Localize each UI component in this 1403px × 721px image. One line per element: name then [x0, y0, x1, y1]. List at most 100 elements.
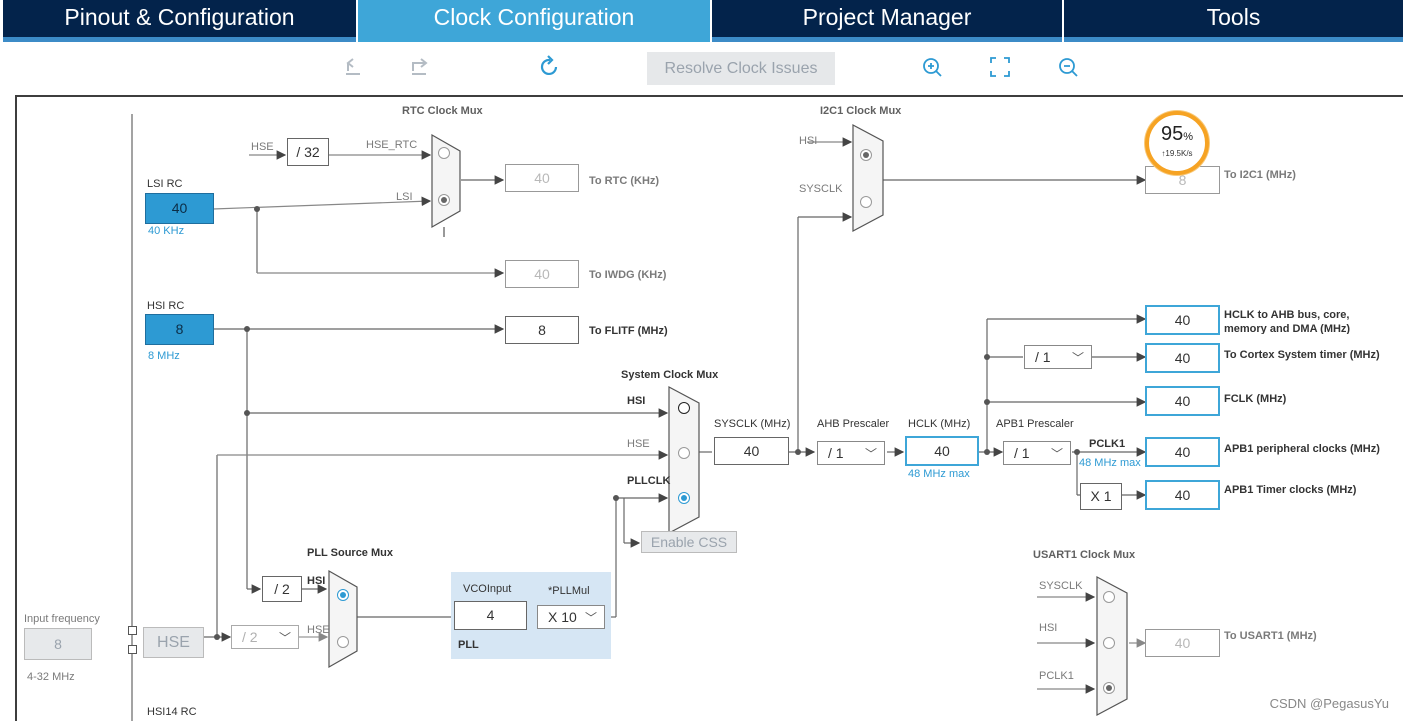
sysmux-hse-label: HSE [627, 438, 650, 450]
rtc-lsi-label: LSI [396, 191, 413, 203]
sysclk-label: SYSCLK (MHz) [714, 418, 791, 430]
hclk-label: HCLK (MHz) [908, 418, 971, 430]
tab-tools[interactable]: Tools [1064, 0, 1403, 42]
resolve-clock-issues-button[interactable]: Resolve Clock Issues [647, 52, 835, 85]
lsi-rc-freq: 40 KHz [148, 225, 185, 237]
i2c1-mux-radio-hsi[interactable] [860, 149, 872, 161]
hsi14-rc-title: HSI14 RC [147, 706, 197, 718]
hclk-ahb-output-field[interactable]: 40 [1145, 305, 1220, 335]
apb1-max-label: 48 MHz max [1079, 457, 1141, 469]
cortex-timer-divider-select[interactable]: / 1 ﹀ [1024, 345, 1092, 369]
apb1-prescaler-value: / 1 [1014, 445, 1030, 461]
hclk-ahb-output-label: HCLK to AHB bus, core, [1224, 309, 1350, 321]
rtc-mux-radio-lsi[interactable] [438, 194, 450, 206]
cortex-timer-output-field[interactable]: 40 [1145, 343, 1220, 373]
lsi-rc-value: 40 [145, 193, 214, 224]
apb1-timer-output-field[interactable]: 40 [1145, 480, 1220, 510]
gauge-unit: % [1183, 131, 1194, 143]
pll-src-radio-hsi[interactable] [337, 589, 349, 601]
flitf-output-field[interactable]: 8 [505, 316, 579, 344]
hse-prediv-select[interactable]: / 2 ﹀ [231, 625, 299, 649]
i2c1-output-label: To I2C1 (MHz) [1224, 169, 1296, 181]
sysmux-radio-pllclk[interactable] [678, 492, 690, 504]
i2c1-mux-radio-sysclk[interactable] [860, 196, 872, 208]
lsi-rc-title: LSI RC [147, 178, 183, 190]
pllmul-select[interactable]: X 10 ﹀ [537, 605, 605, 629]
tab-project-manager[interactable]: Project Manager [712, 0, 1062, 42]
fclk-output-field[interactable]: 40 [1145, 386, 1220, 416]
sysmux-pllclk-label: PLLCLK [627, 475, 671, 487]
i2c1-clock-mux-title: I2C1 Clock Mux [820, 105, 902, 117]
refresh-icon[interactable] [539, 55, 561, 84]
vco-input-field[interactable]: 4 [454, 601, 527, 630]
sysmux-hsi-label: HSI [627, 395, 646, 407]
hclk-max-label: 48 MHz max [908, 468, 970, 480]
ahb-prescaler-select[interactable]: / 1 ﹀ [817, 441, 885, 465]
iwdg-output-label: To IWDG (KHz) [589, 269, 667, 281]
iwdg-output-field[interactable]: 40 [505, 260, 579, 288]
input-frequency-label: Input frequency [24, 613, 100, 625]
zoom-in-icon[interactable] [921, 55, 943, 84]
input-frequency-field[interactable]: 8 [24, 628, 92, 660]
apb1-prescaler-label: APB1 Prescaler [996, 418, 1074, 430]
gauge-rate: ↑19.5K/s [1161, 149, 1193, 158]
tab-clock-configuration[interactable]: Clock Configuration [358, 0, 710, 42]
hse-rtc-label: HSE_RTC [366, 139, 418, 151]
sysclk-field[interactable]: 40 [714, 437, 789, 465]
hsi-rc-freq: 8 MHz [148, 350, 180, 362]
pll-src-hse-label: HSE [307, 624, 330, 636]
cpu-usage-gauge: 95% ↑19.5K/s [1145, 111, 1209, 175]
pll-src-radio-hse[interactable] [337, 636, 349, 648]
apb1-timer-multiplier: X 1 [1080, 483, 1122, 510]
hsi-rc-title: HSI RC [147, 300, 185, 312]
system-clock-mux-title: System Clock Mux [621, 369, 719, 381]
i2c1-sysclk-label: SYSCLK [799, 183, 843, 195]
chevron-down-icon: ﹀ [864, 447, 877, 461]
hsi-rc-value: 8 [145, 314, 214, 345]
pllmul-value: X 10 [548, 609, 577, 625]
chevron-down-icon: ﹀ [584, 611, 597, 625]
apb1-peripheral-output-label: APB1 peripheral clocks (MHz) [1224, 443, 1380, 455]
hclk-ahb-label-clip: memory and DMA (MHz) [1224, 323, 1374, 334]
pllmul-label: *PLLMul [548, 585, 590, 597]
hse-osc-pin-bottom [128, 645, 137, 654]
hse-block[interactable]: HSE [143, 627, 204, 658]
apb1-peripheral-output-field[interactable]: 40 [1145, 437, 1220, 467]
flitf-output-label: To FLITF (MHz) [589, 325, 668, 337]
tab-bar: Pinout & Configuration Clock Configurati… [0, 0, 1403, 43]
usart1-clock-mux-title: USART1 Clock Mux [1033, 549, 1136, 561]
cortex-divider-value: / 1 [1035, 349, 1051, 365]
usart1-radio-sysclk[interactable] [1103, 591, 1115, 603]
rtc-output-field[interactable]: 40 [505, 164, 579, 192]
rtc-div32-box: / 32 [287, 138, 329, 166]
input-frequency-range: 4-32 MHz [27, 671, 75, 683]
rtc-mux-radio-hse[interactable] [438, 147, 450, 159]
usart1-radio-hsi[interactable] [1103, 637, 1115, 649]
ahb-prescaler-label: AHB Prescaler [817, 418, 890, 430]
chevron-down-icon: ﹀ [278, 631, 291, 645]
pll-name-label: PLL [458, 639, 479, 651]
watermark: CSDN @PegasusYu [1269, 696, 1389, 711]
hclk-field[interactable]: 40 [905, 436, 979, 466]
apb1-timer-output-label: APB1 Timer clocks (MHz) [1224, 484, 1357, 496]
usart1-hsi-label: HSI [1039, 622, 1058, 634]
zoom-out-icon[interactable] [1057, 55, 1079, 84]
redo-icon[interactable] [409, 55, 431, 84]
tab-pinout-configuration[interactable]: Pinout & Configuration [3, 0, 356, 42]
sysmux-radio-hsi[interactable] [678, 402, 690, 414]
pclk1-label: PCLK1 [1089, 438, 1126, 450]
clock-tree-canvas: RTC Clock Mux HSE / 32 HSE_RTC LSI 40 To… [15, 95, 1403, 721]
usart1-output-field[interactable]: 40 [1145, 629, 1220, 657]
vco-input-label: VCOInput [463, 583, 512, 595]
enable-css-button[interactable]: Enable CSS [641, 531, 737, 553]
rtc-output-label: To RTC (KHz) [589, 175, 660, 187]
fit-screen-icon[interactable] [989, 55, 1011, 84]
usart1-radio-pclk1[interactable] [1103, 682, 1115, 694]
apb1-prescaler-select[interactable]: / 1 ﹀ [1003, 441, 1071, 465]
usart1-pclk1-label: PCLK1 [1039, 670, 1074, 682]
pll-source-mux-title: PLL Source Mux [307, 547, 393, 559]
pll-hsi-div2-box: / 2 [262, 576, 302, 602]
undo-icon[interactable] [343, 55, 363, 84]
hse-osc-pin-top [128, 626, 137, 635]
sysmux-radio-hse[interactable] [678, 447, 690, 459]
